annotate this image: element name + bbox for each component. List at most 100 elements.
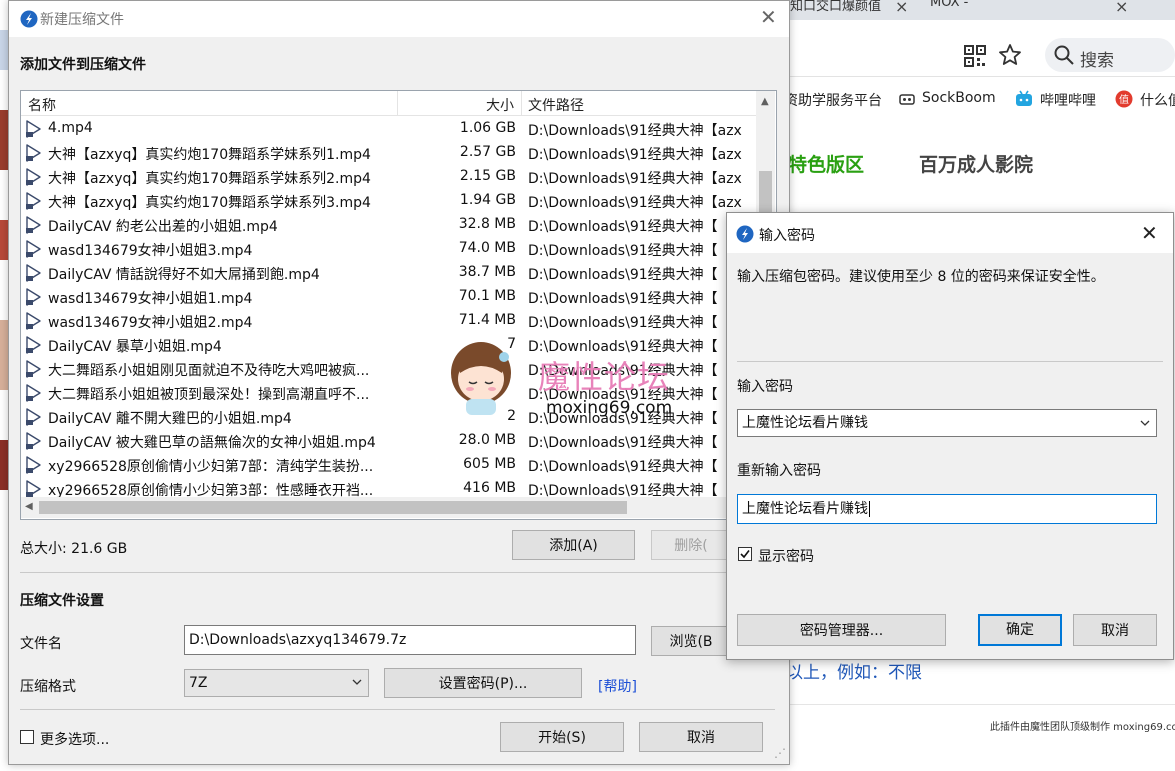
chevron-down-icon bbox=[352, 679, 362, 685]
file-row[interactable]: 大神【azxyq】真实约炮170舞蹈系学妹系列3.mp4 1.94 GB D:\Do… bbox=[21, 189, 756, 213]
file-row[interactable]: DailyCAV 被大雞巴草の語無倫次的女神小姐姐.mp4 28.0 MB D:\D… bbox=[21, 429, 756, 453]
file-path: D:\Downloads\91经典大神【 bbox=[528, 483, 718, 497]
file-path: D:\Downloads\91经典大神【azx bbox=[528, 171, 742, 187]
column-path[interactable]: 文件路径 bbox=[528, 95, 584, 115]
scroll-left-icon[interactable]: ◀ bbox=[25, 501, 33, 512]
video-file-icon bbox=[26, 480, 41, 497]
file-size: 1.06 GB bbox=[459, 120, 516, 136]
close-icon[interactable]: ✕ bbox=[1141, 221, 1158, 245]
file-path: D:\Downloads\91经典大神【azx bbox=[528, 147, 742, 163]
video-file-icon bbox=[26, 168, 41, 186]
file-name: DailyCAV 約老公出差的小姐姐.mp4 bbox=[48, 219, 278, 235]
horizontal-scrollbar[interactable]: ◀ bbox=[21, 497, 756, 518]
bilibili-icon bbox=[1016, 90, 1032, 106]
file-path: D:\Downloads\91经典大神【 bbox=[528, 459, 718, 475]
browser-tab[interactable]: MOX - bbox=[930, 0, 968, 10]
file-path: D:\Downloads\91经典大神【 bbox=[528, 435, 718, 451]
resize-grip-icon[interactable]: ⋰ bbox=[774, 746, 786, 760]
divider bbox=[780, 704, 1175, 705]
file-size: 416 MB bbox=[463, 480, 516, 496]
scroll-up-icon[interactable]: ▲ bbox=[761, 96, 769, 107]
file-size: 2.15 GB bbox=[459, 168, 516, 184]
show-password-label[interactable]: 显示密码 bbox=[758, 546, 814, 566]
file-name: 4.mp4 bbox=[48, 120, 93, 136]
divider bbox=[20, 572, 775, 573]
column-separator[interactable] bbox=[397, 91, 398, 115]
password-manager-button[interactable]: 密码管理器... bbox=[737, 614, 946, 646]
file-path: D:\Downloads\91经典大神【 bbox=[528, 291, 718, 307]
more-options-label[interactable]: 更多选项... bbox=[40, 729, 109, 749]
section-tab[interactable]: 百万成人影院 bbox=[919, 150, 1033, 177]
delete-button[interactable]: 删除( bbox=[651, 530, 731, 560]
set-password-button[interactable]: 设置密码(P)... bbox=[384, 668, 582, 698]
file-row[interactable]: wasd134679女神小姐姐3.mp4 74.0 MB D:\Downloads\… bbox=[21, 237, 756, 261]
repeat-password-input[interactable]: 上魔性论坛看片赚钱 bbox=[737, 494, 1157, 524]
help-link[interactable]: [帮助] bbox=[598, 676, 637, 696]
bookmark-item[interactable]: 什么值 bbox=[1140, 90, 1175, 110]
file-name: xy2966528原创偷情小少妇第3部：性感睡衣开裆... bbox=[48, 483, 374, 497]
more-options-checkbox[interactable] bbox=[20, 730, 34, 744]
video-file-icon bbox=[26, 408, 41, 426]
video-file-icon bbox=[26, 144, 41, 162]
plugin-credit: 此插件由魔性团队顶级制作 moxing69.com bbox=[990, 722, 1175, 733]
filename-input[interactable]: D:\Downloads\azxyq134679.7z bbox=[184, 625, 636, 655]
divider bbox=[737, 361, 1163, 362]
add-button[interactable]: 添加(A) bbox=[512, 530, 635, 560]
password-value: 上魔性论坛看片赚钱 bbox=[742, 415, 868, 431]
start-button[interactable]: 开始(S) bbox=[500, 722, 624, 752]
video-file-icon bbox=[26, 456, 41, 474]
format-label: 压缩格式 bbox=[20, 679, 76, 695]
format-value: 7Z bbox=[189, 675, 208, 691]
format-select[interactable]: 7Z bbox=[184, 669, 369, 697]
close-icon[interactable]: ✕ bbox=[760, 5, 777, 29]
scroll-thumb[interactable] bbox=[39, 501, 627, 514]
file-row[interactable]: wasd134679女神小姐姐2.mp4 71.4 MB D:\Downloads\… bbox=[21, 309, 756, 333]
cancel-button[interactable]: 取消 bbox=[639, 722, 763, 752]
browse-button[interactable]: 浏览(B bbox=[651, 626, 731, 656]
video-file-icon bbox=[26, 216, 41, 234]
file-size: 2.57 GB bbox=[459, 144, 516, 160]
left-page-strip bbox=[0, 20, 8, 771]
column-size[interactable]: 大小 bbox=[486, 95, 514, 115]
tab-close-icon[interactable]: × bbox=[895, 0, 908, 16]
bookmark-item[interactable]: SockBoom bbox=[922, 90, 996, 106]
file-name: wasd134679女神小姐姐2.mp4 bbox=[48, 315, 253, 331]
bookmark-star-icon[interactable] bbox=[998, 43, 1022, 67]
file-list-header: 名称 大小 文件路径 bbox=[21, 91, 756, 116]
app-logo-icon bbox=[736, 225, 754, 243]
video-file-icon bbox=[26, 384, 41, 402]
cancel-button[interactable]: 取消 bbox=[1073, 614, 1157, 646]
column-name[interactable]: 名称 bbox=[28, 95, 56, 115]
window-title: 输入密码 bbox=[759, 228, 815, 244]
password-label: 输入密码 bbox=[737, 379, 793, 395]
file-row[interactable]: DailyCAV 約老公出差的小姐姐.mp4 32.8 MB D:\Download… bbox=[21, 213, 756, 237]
bookmark-item[interactable]: 资助学服务平台 bbox=[784, 90, 882, 110]
file-row[interactable]: xy2966528原创偷情小少妇第3部：性感睡衣开裆... 416 MB D:\Do… bbox=[21, 477, 756, 497]
file-row[interactable]: DailyCAV 情話說得好不如大屌捅到飽.mp4 38.7 MB D:\Downl… bbox=[21, 261, 756, 285]
file-name: 大神【azxyq】真实约炮170舞蹈系学妹系列2.mp4 bbox=[48, 171, 371, 187]
file-row[interactable]: xy2966528原创偷情小少妇第7部：清纯学生装扮... 605 MB D:\Do… bbox=[21, 453, 756, 477]
file-path: D:\Downloads\91经典大神【azx bbox=[528, 195, 742, 211]
file-row[interactable]: 大神【azxyq】真实约炮170舞蹈系学妹系列2.mp4 2.15 GB D:\Do… bbox=[21, 165, 756, 189]
password-input[interactable]: 上魔性论坛看片赚钱 bbox=[737, 409, 1157, 437]
ok-button[interactable]: 确定 bbox=[978, 614, 1062, 646]
file-row[interactable]: 大神【azxyq】真实约炮170舞蹈系学妹系列1.mp4 2.57 GB D:\Do… bbox=[21, 141, 756, 165]
bookmark-item[interactable]: 哔哩哔哩 bbox=[1040, 90, 1096, 110]
file-row[interactable]: wasd134679女神小姐姐1.mp4 70.1 MB D:\Downloads\… bbox=[21, 285, 756, 309]
file-name: 大二舞蹈系小姐姐刚见面就迫不及待吃大鸡吧被疯... bbox=[48, 363, 370, 379]
tab-close-icon[interactable]: × bbox=[1115, 0, 1128, 16]
show-password-checkbox[interactable] bbox=[738, 547, 752, 561]
file-path: D:\Downloads\91经典大神【 bbox=[528, 267, 718, 283]
file-list[interactable]: 名称 大小 文件路径 4.mp4 1.06 GB D:\Downloads\91经典… bbox=[20, 90, 777, 520]
browser-tab[interactable]: 知口交口爆颜值 bbox=[790, 0, 881, 14]
qr-code-icon[interactable] bbox=[964, 45, 986, 67]
file-size: 28.0 MB bbox=[458, 432, 516, 448]
chevron-down-icon[interactable] bbox=[1140, 419, 1150, 427]
smzdm-icon: 值 bbox=[1115, 90, 1133, 108]
file-row[interactable]: 4.mp4 1.06 GB D:\Downloads\91经典大神【azx bbox=[21, 117, 756, 141]
column-separator[interactable] bbox=[521, 91, 522, 115]
section-tab[interactable]: 特色版区 bbox=[788, 150, 864, 177]
video-file-icon bbox=[26, 264, 41, 282]
file-name: wasd134679女神小姐姐3.mp4 bbox=[48, 243, 253, 259]
file-path: D:\Downloads\91经典大神【 bbox=[528, 243, 718, 259]
